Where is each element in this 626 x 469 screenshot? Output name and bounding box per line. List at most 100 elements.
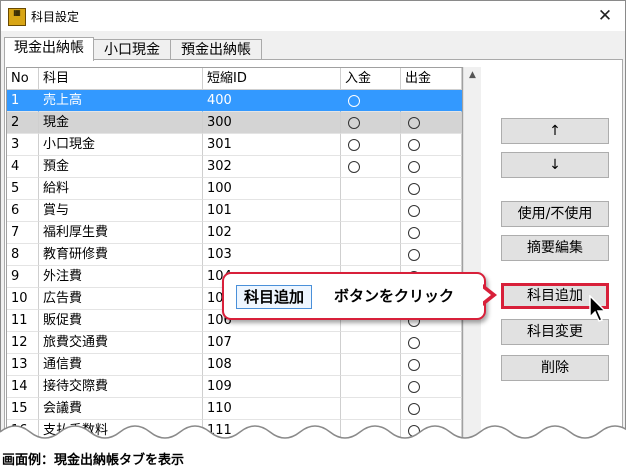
row-name: 接待交際費 bbox=[39, 376, 203, 398]
table-row[interactable]: 12 旅費交通費 107 bbox=[7, 332, 462, 354]
header-name[interactable]: 科目 bbox=[39, 68, 203, 90]
row-in bbox=[341, 90, 401, 112]
table-row[interactable]: 5 給料 100 bbox=[7, 178, 462, 200]
grid-header: No 科目 短縮ID 入金 出金 bbox=[7, 68, 462, 90]
row-out bbox=[401, 222, 462, 244]
row-code: 107 bbox=[203, 332, 341, 354]
row-in bbox=[341, 222, 401, 244]
row-name: 通信費 bbox=[39, 354, 203, 376]
grid-scrollbar[interactable]: ▲ bbox=[463, 67, 481, 445]
row-name: 給料 bbox=[39, 178, 203, 200]
row-in bbox=[341, 244, 401, 266]
circle-mark-icon bbox=[408, 380, 420, 393]
row-no: 8 bbox=[7, 244, 39, 266]
row-name: 販促費 bbox=[39, 310, 203, 332]
row-name: 小口現金 bbox=[39, 134, 203, 156]
header-out[interactable]: 出金 bbox=[401, 68, 462, 90]
account-settings-window: ▦ 科目設定 ✕ 現金出納帳 小口現金 預金出納帳 No 科目 短縮ID 入金 … bbox=[0, 0, 626, 446]
table-row[interactable]: 4 預金 302 bbox=[7, 156, 462, 178]
row-code: 400 bbox=[203, 90, 341, 112]
row-no: 6 bbox=[7, 200, 39, 222]
row-out bbox=[401, 134, 462, 156]
row-out bbox=[401, 112, 462, 134]
row-no: 3 bbox=[7, 134, 39, 156]
app-icon: ▦ bbox=[8, 8, 26, 26]
edit-summary-button[interactable]: 摘要編集 bbox=[501, 235, 609, 261]
row-code: 102 bbox=[203, 222, 341, 244]
circle-mark-icon bbox=[348, 116, 360, 129]
row-out bbox=[401, 354, 462, 376]
title-bar: ▦ 科目設定 ✕ bbox=[1, 1, 625, 31]
close-button[interactable]: ✕ bbox=[585, 1, 625, 31]
row-name: 売上高 bbox=[39, 90, 203, 112]
toggle-use-button[interactable]: 使用/不使用 bbox=[501, 201, 609, 227]
circle-mark-icon bbox=[408, 204, 420, 217]
circle-mark-icon bbox=[348, 94, 360, 107]
tab-petty-cash[interactable]: 小口現金 bbox=[92, 39, 172, 60]
callout-text: ボタンをクリック bbox=[334, 287, 455, 305]
delete-button[interactable]: 削除 bbox=[501, 355, 609, 381]
circle-mark-icon bbox=[348, 138, 360, 151]
instruction-callout: 科目追加 ボタンをクリック bbox=[222, 272, 486, 320]
table-row[interactable]: 8 教育研修費 103 bbox=[7, 244, 462, 266]
move-up-button[interactable]: ↑ bbox=[501, 118, 609, 144]
row-no: 9 bbox=[7, 266, 39, 288]
row-in bbox=[341, 332, 401, 354]
row-code: 300 bbox=[203, 112, 341, 134]
row-out bbox=[401, 332, 462, 354]
row-name: 現金 bbox=[39, 112, 203, 134]
row-code: 100 bbox=[203, 178, 341, 200]
table-row[interactable]: 6 賞与 101 bbox=[7, 200, 462, 222]
callout-button-label: 科目追加 bbox=[236, 285, 313, 309]
row-in bbox=[341, 354, 401, 376]
row-no: 5 bbox=[7, 178, 39, 200]
table-row[interactable]: 13 通信費 108 bbox=[7, 354, 462, 376]
circle-mark-icon bbox=[408, 248, 420, 261]
circle-mark-icon bbox=[408, 116, 420, 129]
callout-pointer-inner bbox=[481, 287, 491, 303]
scroll-up-arrow-icon[interactable]: ▲ bbox=[464, 67, 481, 84]
row-in bbox=[341, 178, 401, 200]
row-no: 12 bbox=[7, 332, 39, 354]
table-row[interactable]: 1 売上高 400 bbox=[7, 90, 462, 112]
circle-mark-icon bbox=[348, 160, 360, 173]
row-name: 広告費 bbox=[39, 288, 203, 310]
row-name: 賞与 bbox=[39, 200, 203, 222]
tab-cash-book[interactable]: 現金出納帳 bbox=[4, 37, 94, 61]
row-no: 10 bbox=[7, 288, 39, 310]
row-no: 1 bbox=[7, 90, 39, 112]
table-row[interactable]: 2 現金 300 bbox=[7, 112, 462, 134]
circle-mark-icon bbox=[408, 358, 420, 371]
row-in bbox=[341, 134, 401, 156]
table-row[interactable]: 3 小口現金 301 bbox=[7, 134, 462, 156]
row-code: 301 bbox=[203, 134, 341, 156]
row-out bbox=[401, 244, 462, 266]
row-code: 103 bbox=[203, 244, 341, 266]
figure-caption: 画面例：現金出納帳タブを表示 bbox=[2, 453, 185, 468]
row-in bbox=[341, 376, 401, 398]
row-name: 福利厚生費 bbox=[39, 222, 203, 244]
mouse-cursor-icon bbox=[589, 295, 607, 322]
header-in[interactable]: 入金 bbox=[341, 68, 401, 90]
row-no: 2 bbox=[7, 112, 39, 134]
row-in bbox=[341, 200, 401, 222]
row-out bbox=[401, 90, 462, 112]
row-name: 預金 bbox=[39, 156, 203, 178]
row-no: 13 bbox=[7, 354, 39, 376]
row-out bbox=[401, 156, 462, 178]
header-code[interactable]: 短縮ID bbox=[203, 68, 341, 90]
row-name: 旅費交通費 bbox=[39, 332, 203, 354]
table-row[interactable]: 14 接待交際費 109 bbox=[7, 376, 462, 398]
row-out bbox=[401, 200, 462, 222]
tab-deposit-book[interactable]: 預金出納帳 bbox=[170, 39, 262, 60]
header-no[interactable]: No bbox=[7, 68, 39, 90]
torn-edge-divider bbox=[0, 425, 626, 448]
circle-mark-icon bbox=[408, 182, 420, 195]
account-grid: No 科目 短縮ID 入金 出金 1 売上高 400 2 現金 300 3 小口現金 301 4 預… bbox=[6, 67, 463, 445]
row-code: 109 bbox=[203, 376, 341, 398]
circle-mark-icon bbox=[408, 138, 420, 151]
table-row[interactable]: 7 福利厚生費 102 bbox=[7, 222, 462, 244]
move-down-button[interactable]: ↓ bbox=[501, 152, 609, 178]
row-name: 教育研修費 bbox=[39, 244, 203, 266]
row-no: 7 bbox=[7, 222, 39, 244]
